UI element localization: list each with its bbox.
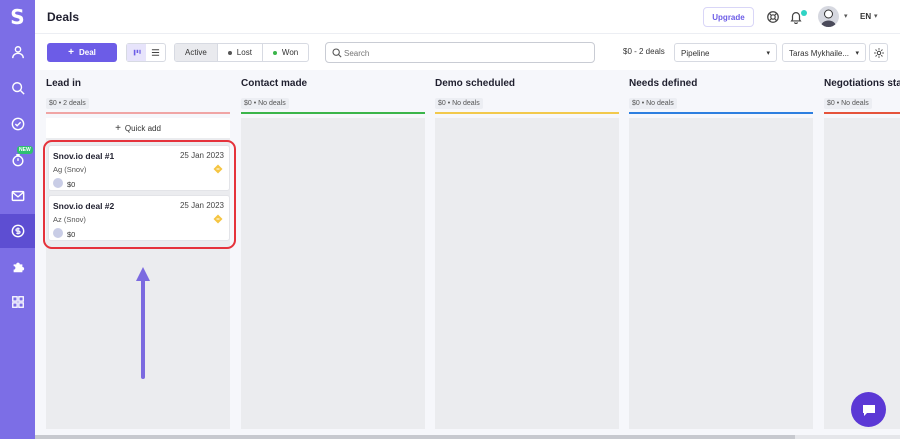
stage-color-bar: [824, 112, 900, 114]
status-tab-won[interactable]: Won: [263, 44, 308, 61]
view-toggle: [126, 43, 166, 62]
deals-toolbar: + Deal Active Lost Won $0 - 2 deals Pipe…: [35, 34, 900, 70]
status-filter: Active Lost Won: [174, 43, 310, 62]
column-body[interactable]: [241, 118, 425, 429]
deals-summary: $0 - 2 deals: [623, 47, 665, 56]
plus-icon: +: [68, 47, 74, 58]
kanban-view-icon[interactable]: [127, 44, 146, 61]
timer-icon: [11, 154, 24, 167]
quick-add-button[interactable]: + Quick add: [46, 118, 230, 138]
arrow-up-annotation: [136, 267, 150, 379]
mail-icon: [11, 190, 24, 202]
sidebar-item-prospects[interactable]: [0, 35, 35, 69]
sidebar-item-verifier[interactable]: [0, 107, 35, 141]
status-tab-active[interactable]: Active: [175, 44, 218, 61]
sidebar: S NEW: [0, 0, 35, 439]
column-summary: $0 • No deals: [824, 98, 872, 109]
status-tab-lost[interactable]: Lost: [218, 44, 263, 61]
user-icon: [11, 46, 24, 59]
snov-logo[interactable]: S: [0, 0, 35, 34]
search-icon: [332, 48, 342, 58]
sidebar-item-apps[interactable]: [0, 285, 35, 319]
search-input[interactable]: [344, 46, 584, 60]
stage-color-bar: [46, 112, 230, 114]
pipeline-column-contact-made: Contact made $0 • No deals: [241, 78, 425, 429]
chevron-down-icon: ▾: [766, 50, 770, 57]
new-badge: NEW: [17, 146, 33, 154]
column-body[interactable]: [435, 118, 619, 429]
avatar[interactable]: [818, 6, 839, 27]
column-body[interactable]: [824, 118, 900, 429]
column-summary: $0 • 2 deals: [46, 98, 89, 109]
gear-icon: [873, 47, 884, 58]
sidebar-item-deals[interactable]: [0, 214, 35, 248]
language-selector[interactable]: EN: [860, 12, 871, 21]
chevron-down-icon: ▾: [855, 50, 859, 57]
lost-dot-icon: [227, 50, 232, 55]
pipeline-column-lead-in: Lead in $0 • 2 deals + Quick add: [46, 78, 230, 429]
scrollbar-thumb[interactable]: [35, 435, 795, 439]
search-box: [325, 42, 595, 63]
highlight-annotation: [43, 140, 236, 249]
sidebar-item-search[interactable]: [0, 71, 35, 105]
column-summary: $0 • No deals: [241, 98, 289, 109]
horizontal-scrollbar[interactable]: [35, 435, 900, 439]
sidebar-item-integrations[interactable]: [0, 250, 35, 284]
chevron-down-icon[interactable]: ▾: [874, 12, 878, 20]
page-title: Deals: [47, 10, 80, 24]
chat-support-button[interactable]: [851, 392, 886, 427]
apps-grid-icon: [11, 296, 24, 308]
list-view-icon[interactable]: [146, 44, 165, 61]
add-deal-button[interactable]: + Deal: [47, 43, 117, 62]
help-lifebuoy-icon[interactable]: [766, 10, 780, 24]
chevron-down-icon[interactable]: ▾: [844, 12, 848, 20]
column-body[interactable]: [629, 118, 813, 429]
user-avatar-icon: [821, 9, 836, 27]
column-title: Needs defined: [629, 78, 698, 89]
column-title: Contact made: [241, 78, 308, 89]
top-bar: Deals Upgrade ▾ EN ▾: [35, 0, 900, 34]
add-deal-label: Deal: [78, 48, 96, 57]
pipeline-column-negotiations: Negotiations start $0 • No deals: [824, 78, 900, 429]
won-dot-icon: [272, 50, 277, 55]
pipeline-select[interactable]: Pipeline ▾: [674, 43, 777, 62]
chat-icon: [862, 404, 875, 416]
upgrade-button[interactable]: Upgrade: [703, 7, 754, 27]
owner-select[interactable]: Taras Mykhaile... ▾: [782, 43, 866, 62]
plus-icon: +: [115, 122, 121, 134]
sidebar-item-campaigns[interactable]: [0, 179, 35, 213]
check-circle-icon: [11, 117, 24, 131]
stage-color-bar: [435, 112, 619, 114]
stage-color-bar: [629, 112, 813, 114]
notification-dot: [801, 10, 807, 16]
column-summary: $0 • No deals: [629, 98, 677, 109]
pipeline-column-needs-defined: Needs defined $0 • No deals: [629, 78, 813, 429]
search-icon: [11, 82, 25, 95]
column-title: Lead in: [46, 78, 82, 89]
column-title: Demo scheduled: [435, 78, 516, 89]
stage-color-bar: [241, 112, 425, 114]
dollar-icon: [11, 224, 24, 238]
column-summary: $0 • No deals: [435, 98, 483, 109]
column-title: Negotiations start: [824, 78, 900, 89]
pipeline-column-demo-scheduled: Demo scheduled $0 • No deals: [435, 78, 619, 429]
puzzle-icon: [13, 262, 24, 273]
pipeline-settings-button[interactable]: [869, 43, 888, 62]
